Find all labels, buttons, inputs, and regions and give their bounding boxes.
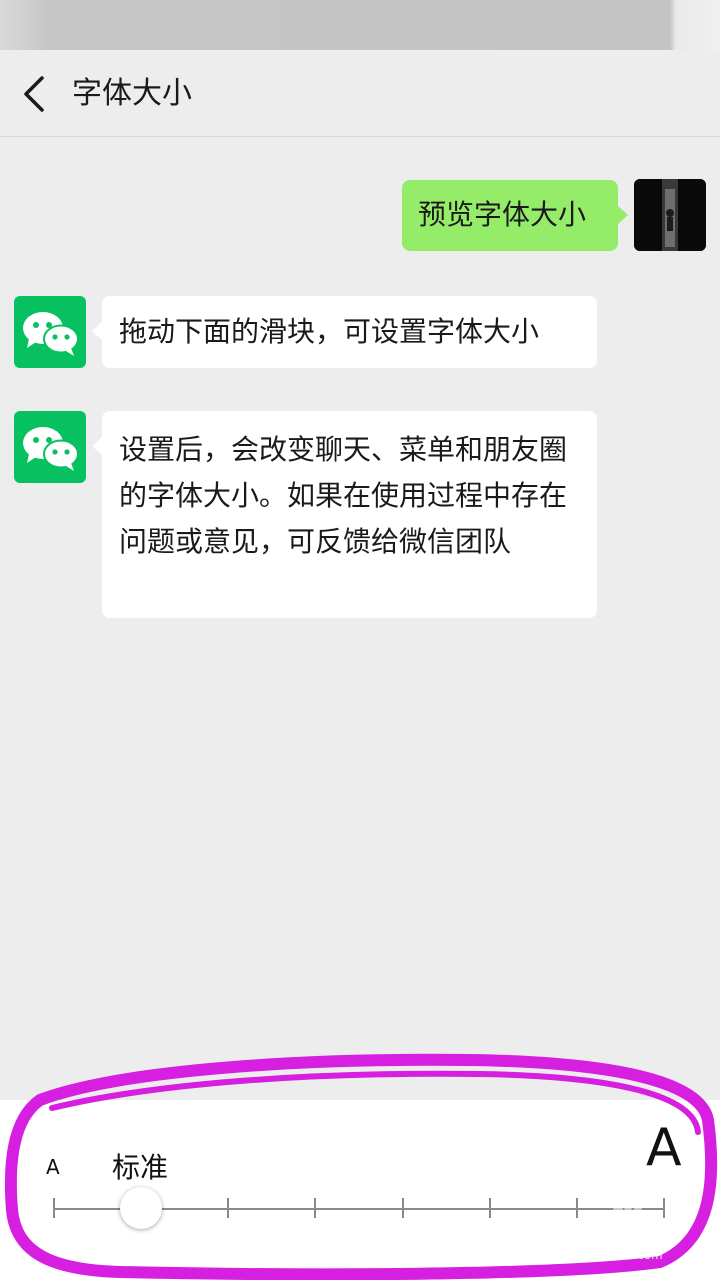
watermark-url: jingyan.baidu.com	[552, 1248, 663, 1262]
chevron-left-icon[interactable]	[18, 74, 54, 114]
slider-tick[interactable]	[401, 1198, 404, 1218]
page-title: 字体大小	[72, 76, 192, 111]
wechat-avatar[interactable]	[14, 411, 86, 483]
watermark-text: Bai百经验	[556, 1222, 671, 1250]
preview-message-bubble: 预览字体大小	[402, 180, 628, 251]
large-font-label: A	[646, 1118, 682, 1178]
slider-tick[interactable]	[488, 1198, 491, 1218]
slider-tick[interactable]	[227, 1198, 230, 1218]
slider-tick[interactable]	[314, 1198, 317, 1218]
title-bar: 字体大小	[0, 50, 720, 137]
status-bar	[0, 0, 720, 50]
user-avatar[interactable]	[634, 179, 706, 251]
current-size-label: 标准	[112, 1151, 169, 1184]
wechat-avatar[interactable]	[14, 296, 86, 368]
slider-tick[interactable]	[53, 1198, 55, 1218]
message-bubble: 设置后，会改变聊天、菜单和朋友圈的字体大小。如果在使用过程中存在问题或意见，可反…	[92, 411, 597, 618]
message-bubble: 拖动下面的滑块，可设置字体大小	[92, 296, 597, 368]
font-size-slider-handle[interactable]	[120, 1187, 163, 1229]
small-font-label: A	[46, 1155, 60, 1179]
